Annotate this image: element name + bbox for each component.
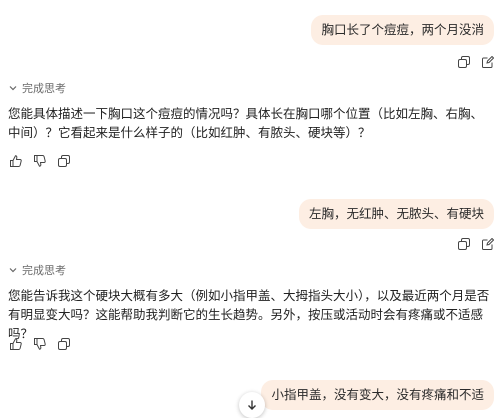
user-message-text: 小指甲盖，没有变大，没有疼痛和不适 bbox=[271, 387, 484, 402]
thinking-status[interactable]: 完成思考 bbox=[8, 80, 66, 96]
chevron-down-icon bbox=[8, 265, 18, 275]
thumbs-down-icon[interactable] bbox=[34, 155, 46, 167]
edit-icon[interactable] bbox=[482, 56, 494, 68]
thinking-status[interactable]: 完成思考 bbox=[8, 262, 66, 278]
copy-icon[interactable] bbox=[58, 338, 70, 350]
user-message-bubble: 小指甲盖，没有变大，没有疼痛和不适 bbox=[261, 380, 494, 410]
user-message-text: 左胸，无红肿、无脓头、有硬块 bbox=[308, 206, 484, 221]
user-message-bubble: 左胸，无红肿、无脓头、有硬块 bbox=[298, 199, 494, 229]
thumbs-up-icon[interactable] bbox=[10, 338, 22, 350]
thumbs-down-icon[interactable] bbox=[34, 338, 46, 350]
copy-icon[interactable] bbox=[58, 155, 70, 167]
assistant-message-text: 您能告诉我这个硬块大概有多大（例如小指甲盖、大拇指头大小），以及最近两个月是否有… bbox=[8, 288, 490, 341]
arrow-down-icon bbox=[246, 399, 258, 411]
scroll-to-bottom-button[interactable] bbox=[239, 392, 265, 418]
user-message-bubble: 胸口长了个痘痘，两个月没消 bbox=[311, 15, 494, 45]
thinking-label: 完成思考 bbox=[22, 82, 66, 95]
copy-icon[interactable] bbox=[458, 56, 470, 68]
edit-icon[interactable] bbox=[482, 238, 494, 250]
thumbs-up-icon[interactable] bbox=[10, 155, 22, 167]
thinking-label: 完成思考 bbox=[22, 264, 66, 277]
user-message-text: 胸口长了个痘痘，两个月没消 bbox=[321, 22, 484, 37]
copy-icon[interactable] bbox=[458, 238, 470, 250]
assistant-message-text: 您能具体描述一下胸口这个痘痘的情况吗？具体长在胸口哪个位置（比如左胸、右胸、中间… bbox=[8, 106, 484, 140]
chevron-down-icon bbox=[8, 83, 18, 93]
